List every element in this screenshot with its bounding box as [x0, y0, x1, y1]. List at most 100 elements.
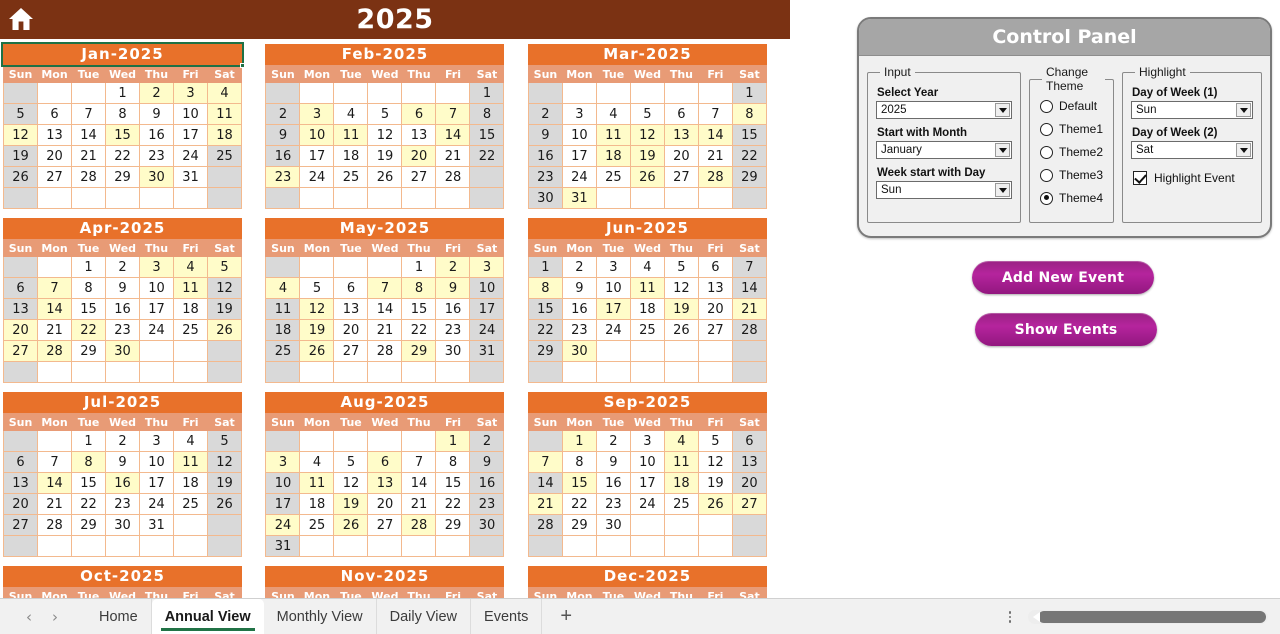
day-cell[interactable]: 21 — [71, 145, 106, 167]
month-title[interactable]: Jul-2025 — [3, 392, 242, 413]
day-cell[interactable]: 9 — [469, 451, 505, 473]
day-cell[interactable]: 15 — [561, 472, 597, 494]
day-cell[interactable]: 9 — [105, 451, 140, 473]
day-cell[interactable]: 17 — [469, 298, 505, 320]
day-cell[interactable]: 9 — [435, 277, 471, 299]
day-cell[interactable]: 29 — [527, 340, 563, 362]
day-cell[interactable]: 16 — [105, 298, 140, 320]
day-cell[interactable]: 28 — [401, 514, 437, 536]
add-sheet-button[interactable]: + — [542, 599, 590, 634]
day-cell[interactable]: 31 — [469, 340, 505, 362]
month-calendar-mar[interactable]: Mar-2025 Sun Mon Tue Wed Thu Fri Sat 1 2 3 4 5 6 7 8 9 10… — [527, 44, 767, 209]
day-cell[interactable]: 24 — [139, 493, 174, 515]
add-new-event-button[interactable]: Add New Event — [972, 261, 1154, 294]
radio-icon[interactable] — [1040, 145, 1053, 159]
day-cell[interactable]: 17 — [139, 298, 174, 320]
day-cell[interactable]: 22 — [401, 319, 437, 341]
day-cell[interactable]: 4 — [663, 430, 699, 452]
chevron-down-icon[interactable] — [1236, 143, 1251, 157]
day-of-week-2-dropdown[interactable]: Sat — [1131, 141, 1253, 159]
day-cell[interactable]: 5 — [663, 256, 699, 278]
day-cell[interactable]: 12 — [299, 298, 335, 320]
day-cell[interactable]: 5 — [3, 103, 38, 125]
day-cell[interactable]: 17 — [173, 124, 208, 146]
month-title[interactable]: Nov-2025 — [265, 566, 505, 587]
day-cell[interactable]: 12 — [367, 124, 403, 146]
day-cell[interactable]: 3 — [265, 451, 301, 473]
day-cell[interactable]: 9 — [595, 451, 631, 473]
day-cell[interactable]: 31 — [265, 535, 301, 557]
day-cell[interactable]: 11 — [333, 124, 369, 146]
show-events-button[interactable]: Show Events — [975, 313, 1157, 346]
day-cell[interactable]: 21 — [731, 298, 767, 320]
day-cell[interactable]: 18 — [333, 145, 369, 167]
day-cell[interactable]: 18 — [299, 493, 335, 515]
day-cell[interactable]: 4 — [173, 430, 208, 452]
day-cell[interactable]: 28 — [37, 340, 72, 362]
day-cell[interactable]: 9 — [105, 277, 140, 299]
day-cell[interactable]: 19 — [697, 472, 733, 494]
day-cell[interactable]: 6 — [3, 277, 38, 299]
day-cell[interactable]: 21 — [527, 493, 563, 515]
day-cell[interactable]: 11 — [629, 277, 665, 299]
day-cell[interactable]: 12 — [697, 451, 733, 473]
day-cell[interactable]: 21 — [435, 145, 471, 167]
day-cell[interactable]: 24 — [299, 166, 335, 188]
radio-icon[interactable] — [1040, 191, 1053, 205]
day-cell[interactable]: 20 — [3, 319, 38, 341]
month-title[interactable]: May-2025 — [265, 218, 505, 239]
day-cell[interactable]: 15 — [731, 124, 767, 146]
day-cell[interactable]: 18 — [663, 472, 699, 494]
day-cell[interactable]: 28 — [527, 514, 563, 536]
day-cell[interactable]: 11 — [265, 298, 301, 320]
day-cell[interactable]: 28 — [71, 166, 106, 188]
day-cell[interactable]: 25 — [173, 493, 208, 515]
day-cell[interactable]: 18 — [173, 298, 208, 320]
day-cell[interactable]: 30 — [435, 340, 471, 362]
day-cell[interactable]: 27 — [333, 340, 369, 362]
day-cell[interactable]: 4 — [333, 103, 369, 125]
day-cell[interactable]: 1 — [71, 256, 106, 278]
scroll-left-icon[interactable] — [1033, 612, 1040, 622]
day-cell[interactable]: 2 — [105, 430, 140, 452]
day-cell[interactable]: 28 — [731, 319, 767, 341]
day-cell[interactable]: 19 — [207, 298, 242, 320]
day-cell[interactable]: 2 — [139, 82, 174, 104]
day-cell[interactable]: 31 — [561, 187, 597, 209]
day-cell[interactable]: 12 — [207, 451, 242, 473]
month-title[interactable]: Jan-2025 — [1, 42, 245, 68]
day-cell[interactable]: 7 — [435, 103, 471, 125]
day-cell[interactable]: 15 — [105, 124, 140, 146]
day-cell[interactable]: 18 — [207, 124, 242, 146]
day-cell[interactable]: 16 — [527, 145, 563, 167]
day-cell[interactable]: 3 — [629, 430, 665, 452]
day-cell[interactable]: 2 — [435, 256, 471, 278]
more-options-icon[interactable] — [1000, 606, 1020, 628]
day-cell[interactable]: 4 — [629, 256, 665, 278]
month-calendar-apr[interactable]: Apr-2025 Sun Mon Tue Wed Thu Fri Sat 1 2 3 4 5 6 7 8 9 10… — [3, 218, 242, 383]
day-cell[interactable]: 15 — [71, 472, 106, 494]
month-calendar-may[interactable]: May-2025 Sun Mon Tue Wed Thu Fri Sat 1 2 3 4 5 6 7 8 9 10… — [265, 218, 505, 383]
day-cell[interactable]: 6 — [37, 103, 72, 125]
day-cell[interactable]: 8 — [561, 451, 597, 473]
day-cell[interactable]: 6 — [3, 451, 38, 473]
day-cell[interactable]: 2 — [105, 256, 140, 278]
day-cell[interactable]: 15 — [469, 124, 505, 146]
day-cell[interactable]: 5 — [333, 451, 369, 473]
day-cell[interactable]: 1 — [561, 430, 597, 452]
home-icon[interactable] — [4, 2, 38, 36]
day-cell[interactable]: 27 — [37, 166, 72, 188]
day-cell[interactable]: 1 — [527, 256, 563, 278]
day-cell[interactable]: 20 — [697, 298, 733, 320]
day-cell[interactable]: 24 — [173, 145, 208, 167]
day-cell[interactable]: 24 — [139, 319, 174, 341]
day-cell[interactable]: 13 — [731, 451, 767, 473]
day-cell[interactable]: 30 — [595, 514, 631, 536]
day-cell[interactable]: 19 — [3, 145, 38, 167]
day-cell[interactable]: 14 — [37, 298, 72, 320]
day-cell[interactable]: 16 — [265, 145, 301, 167]
day-cell[interactable]: 29 — [71, 340, 106, 362]
day-cell[interactable]: 4 — [265, 277, 301, 299]
day-cell[interactable]: 8 — [105, 103, 140, 125]
day-cell[interactable]: 8 — [731, 103, 767, 125]
